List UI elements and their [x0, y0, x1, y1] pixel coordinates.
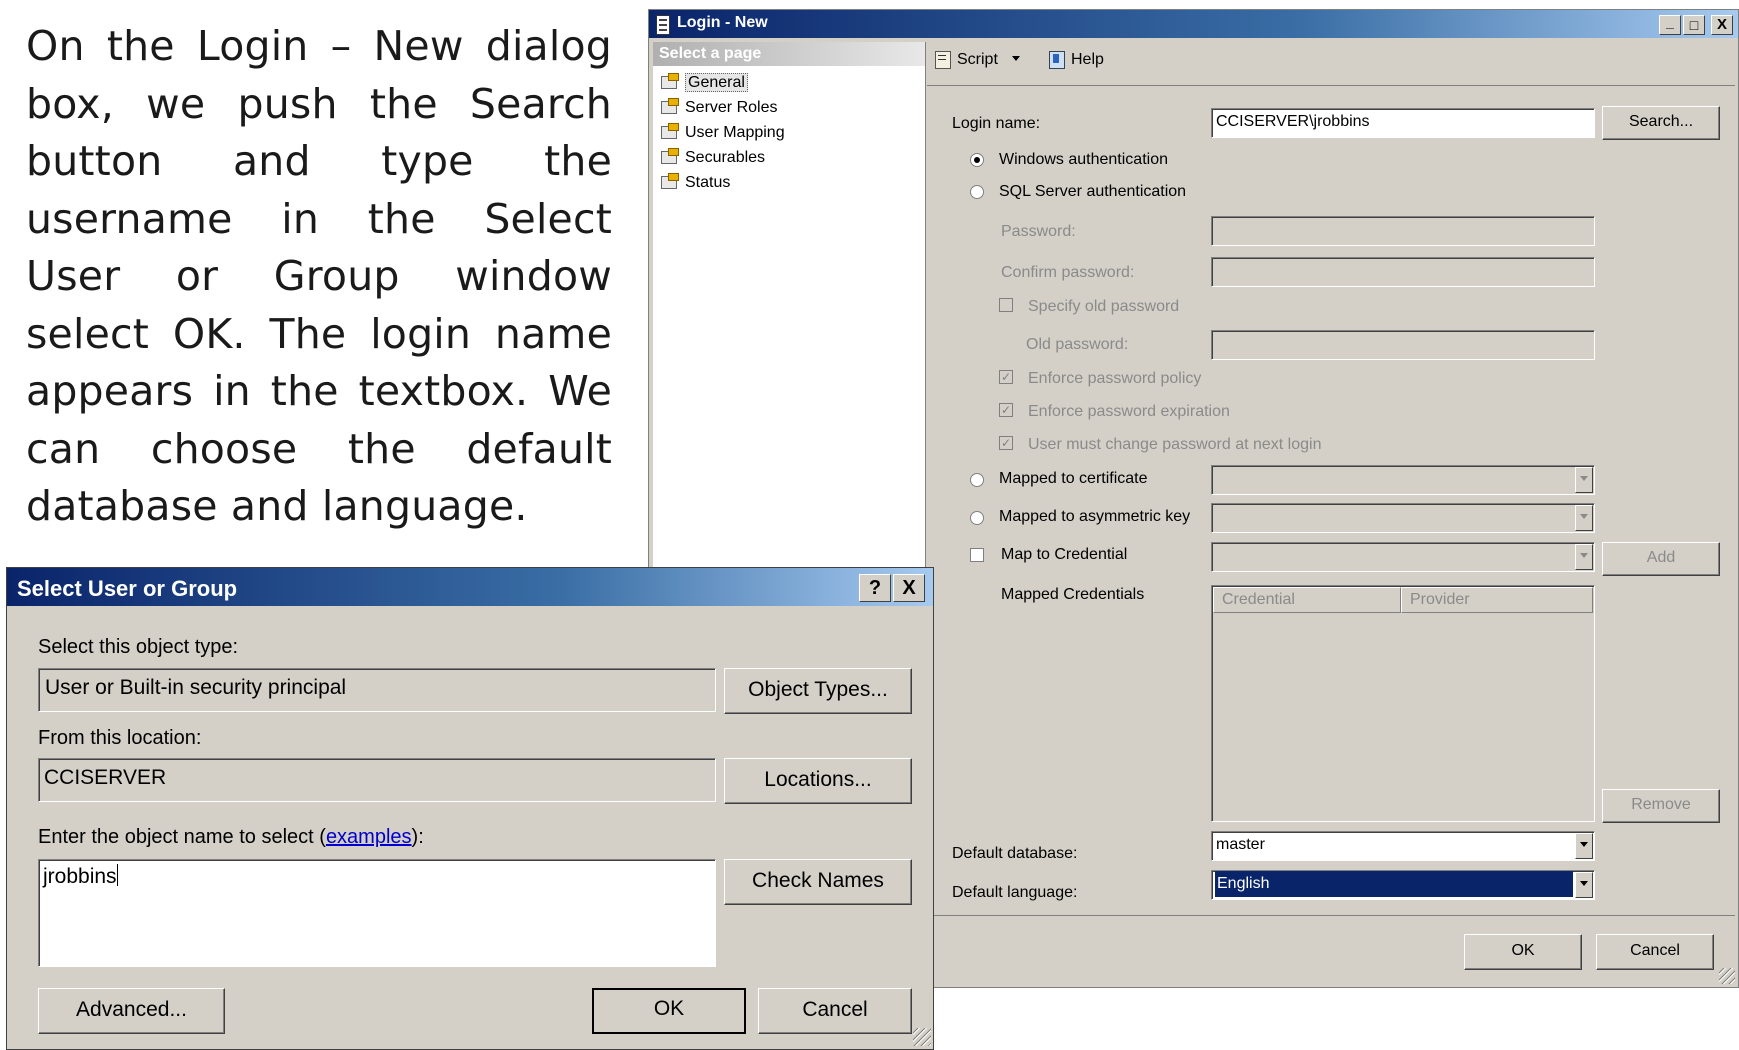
login-name-label: Login name:: [952, 115, 1041, 132]
page-icon: [661, 123, 679, 139]
object-name-textarea[interactable]: jrobbins: [38, 859, 716, 967]
page-user-mapping[interactable]: User Mapping: [661, 123, 785, 142]
old-password-field[interactable]: [1211, 330, 1595, 360]
page-status[interactable]: Status: [661, 173, 730, 192]
chevron-down-icon[interactable]: [1575, 833, 1593, 859]
must-change-label: User must change password at next login: [1028, 436, 1322, 453]
advanced-button[interactable]: Advanced...: [38, 988, 225, 1034]
page-securables[interactable]: Securables: [661, 148, 765, 167]
maximize-button[interactable]: □: [1683, 15, 1705, 35]
location-label: From this location:: [38, 727, 202, 749]
login-toolbar: Script Help: [927, 42, 1735, 82]
close-button[interactable]: X: [1711, 15, 1733, 35]
chevron-down-icon[interactable]: [1575, 467, 1593, 493]
chevron-down-icon[interactable]: [1575, 872, 1593, 898]
page-general[interactable]: General: [661, 73, 748, 92]
certificate-dropdown[interactable]: [1211, 465, 1595, 495]
specify-old-password-label: Specify old password: [1028, 298, 1180, 315]
sql-auth-label[interactable]: SQL Server authentication: [999, 183, 1186, 201]
mapped-certificate-radio[interactable]: [970, 473, 984, 487]
bottom-divider: [927, 915, 1735, 916]
remove-button[interactable]: Remove: [1602, 789, 1720, 823]
chevron-down-icon[interactable]: [1575, 544, 1593, 570]
sql-auth-radio[interactable]: [970, 185, 984, 199]
object-type-field[interactable]: User or Built-in security principal: [38, 668, 716, 712]
login-title: Login - New: [677, 14, 768, 31]
login-ok-button[interactable]: OK: [1464, 934, 1582, 970]
locations-button[interactable]: Locations...: [724, 758, 912, 804]
mapped-asymmetric-label[interactable]: Mapped to asymmetric key: [999, 508, 1190, 526]
enforce-expiration-checkbox[interactable]: ✓: [999, 403, 1013, 417]
login-titlebar[interactable]: Login - New _ □ X: [649, 10, 1738, 38]
page-server-roles[interactable]: Server Roles: [661, 98, 777, 117]
resize-grip-icon[interactable]: [1719, 968, 1735, 984]
credentials-grid[interactable]: Credential Provider: [1211, 585, 1595, 822]
page-icon: [661, 73, 679, 89]
help-icon: [1047, 50, 1067, 69]
windows-auth-label[interactable]: Windows authentication: [999, 151, 1168, 169]
select-user-titlebar[interactable]: Select User or Group ? X: [7, 568, 933, 606]
select-page-header: Select a page: [653, 42, 925, 66]
old-password-label: Old password:: [1026, 336, 1129, 353]
mapped-credentials-label: Mapped Credentials: [1001, 586, 1145, 603]
select-user-dialog: Select User or Group ? X Select this obj…: [6, 567, 934, 1050]
mapped-asymmetric-radio[interactable]: [970, 511, 984, 525]
examples-link[interactable]: examples: [326, 826, 412, 848]
toolbar-divider: [927, 85, 1735, 86]
resize-grip-icon[interactable]: [913, 1028, 931, 1046]
enforce-policy-checkbox[interactable]: ✓: [999, 370, 1013, 384]
page-icon: [661, 148, 679, 164]
page-icon: [661, 98, 679, 114]
credential-column-header[interactable]: Credential: [1213, 587, 1401, 613]
slide-paragraph: On the Login – New dialog box, we push t…: [26, 22, 612, 530]
select-user-title: Select User or Group: [17, 576, 238, 601]
enforce-policy-label: Enforce password policy: [1028, 370, 1202, 387]
password-field[interactable]: [1211, 216, 1595, 246]
script-icon: [933, 50, 953, 69]
text-cursor: [116, 864, 118, 886]
script-button[interactable]: Script: [933, 50, 1021, 74]
server-login-icon: [656, 15, 670, 35]
page-icon: [661, 173, 679, 189]
enforce-expiration-label: Enforce password expiration: [1028, 403, 1230, 420]
script-dropdown-icon[interactable]: [1012, 56, 1021, 61]
default-database-label: Default database:: [952, 845, 1078, 862]
object-types-button[interactable]: Object Types...: [724, 668, 912, 714]
help-question-button[interactable]: ?: [859, 574, 891, 602]
mapped-certificate-label[interactable]: Mapped to certificate: [999, 470, 1148, 488]
credential-dropdown[interactable]: [1211, 542, 1595, 572]
default-language-dropdown[interactable]: English: [1211, 870, 1595, 900]
select-user-ok-button[interactable]: OK: [592, 988, 746, 1034]
map-credential-checkbox[interactable]: [970, 548, 984, 562]
default-database-dropdown[interactable]: master: [1211, 831, 1595, 861]
map-credential-label[interactable]: Map to Credential: [1001, 546, 1127, 564]
add-button[interactable]: Add: [1602, 542, 1720, 576]
chevron-down-icon[interactable]: [1575, 505, 1593, 531]
must-change-checkbox[interactable]: ✓: [999, 436, 1013, 450]
location-field[interactable]: CCISERVER: [38, 758, 716, 802]
minimize-button[interactable]: _: [1659, 15, 1681, 35]
default-language-label: Default language:: [952, 884, 1078, 901]
password-label: Password:: [1001, 223, 1076, 240]
provider-column-header[interactable]: Provider: [1401, 587, 1593, 613]
windows-auth-radio[interactable]: [970, 153, 984, 167]
object-name-label: Enter the object name to select (example…: [38, 826, 424, 848]
confirm-password-label: Confirm password:: [1001, 264, 1135, 281]
login-cancel-button[interactable]: Cancel: [1596, 934, 1714, 970]
confirm-password-field[interactable]: [1211, 257, 1595, 287]
login-name-field[interactable]: CCISERVER\jrobbins: [1211, 108, 1595, 138]
asymmetric-key-dropdown[interactable]: [1211, 503, 1595, 533]
check-names-button[interactable]: Check Names: [724, 859, 912, 905]
select-user-cancel-button[interactable]: Cancel: [758, 988, 912, 1034]
specify-old-password-checkbox[interactable]: [999, 298, 1013, 312]
help-button[interactable]: Help: [1047, 50, 1104, 74]
search-button[interactable]: Search...: [1602, 106, 1720, 140]
object-type-label: Select this object type:: [38, 636, 239, 658]
close-button[interactable]: X: [893, 574, 925, 602]
